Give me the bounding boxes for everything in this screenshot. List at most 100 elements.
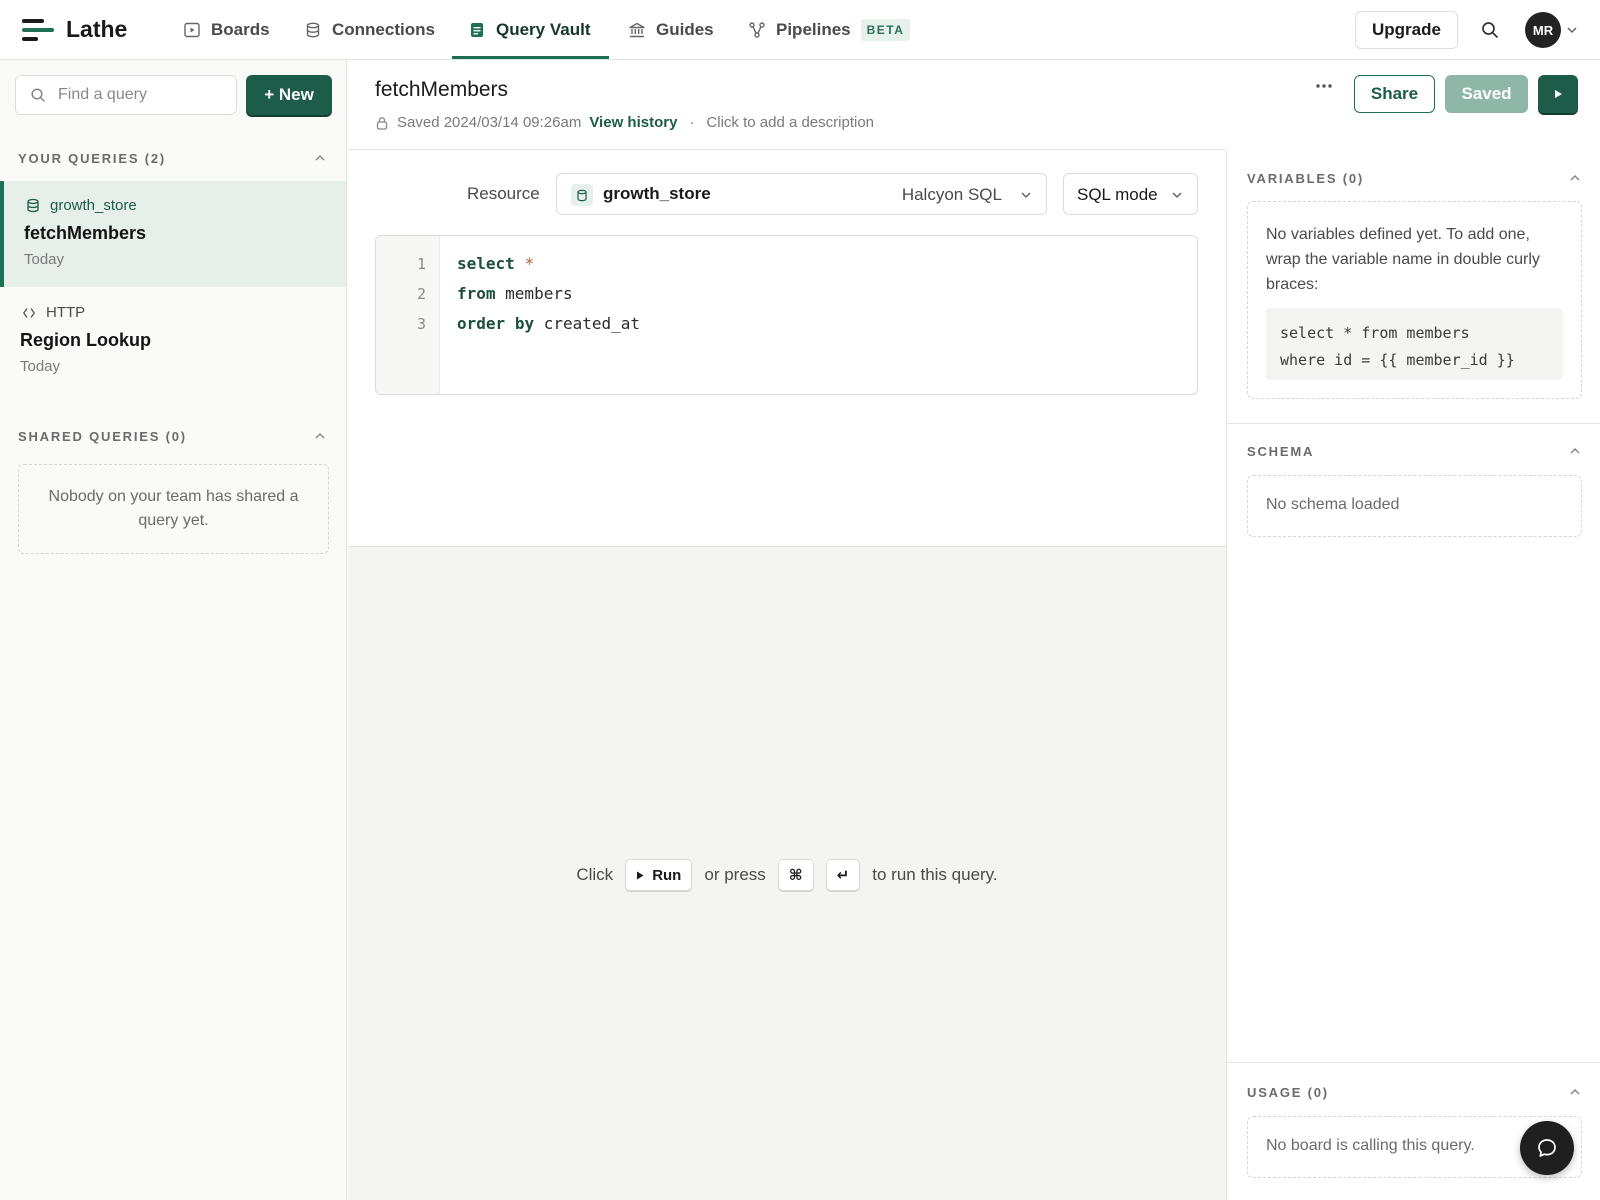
lock-icon: [376, 116, 388, 130]
logo-icon: [22, 17, 54, 43]
nav-tab-connections[interactable]: Connections: [304, 0, 435, 60]
database-icon: [306, 22, 320, 38]
nav-tab-query-vault[interactable]: Query Vault: [468, 0, 590, 60]
share-button[interactable]: Share: [1354, 75, 1435, 113]
query-search-input[interactable]: [58, 86, 218, 104]
query-date: Today: [24, 251, 65, 268]
code-line: from members: [457, 284, 573, 303]
run-button[interactable]: [1538, 75, 1578, 113]
schema-heading: SCHEMA: [1247, 444, 1315, 459]
chevron-up-icon[interactable]: [1569, 1087, 1581, 1097]
code-line: select *: [457, 254, 534, 273]
run-key-button[interactable]: Run: [625, 859, 693, 891]
saved-timestamp: Saved 2024/03/14 09:26am: [397, 114, 582, 131]
query-search-box[interactable]: [15, 75, 237, 115]
database-icon: [571, 184, 593, 206]
inspector-panel: VARIABLES (0) No variables defined yet. …: [1226, 150, 1600, 1200]
schema-box: No schema loaded: [1247, 475, 1582, 537]
nav-tab-label: Connections: [332, 20, 435, 39]
variables-heading: VARIABLES (0): [1247, 171, 1365, 186]
query-date: Today: [20, 358, 61, 375]
sql-editor[interactable]: 1 2 3 select * from members order by creat…: [375, 235, 1198, 395]
sql-text: members: [495, 284, 573, 303]
hint-press-text: or press: [704, 865, 766, 884]
saved-button[interactable]: Saved: [1445, 75, 1528, 113]
resource-name: growth_store: [603, 184, 711, 203]
code-brackets-icon: [23, 307, 35, 318]
chevron-down-icon[interactable]: [1566, 25, 1578, 35]
more-options-icon[interactable]: [1315, 83, 1333, 89]
sql-keyword: order: [457, 314, 506, 333]
variables-box: No variables defined yet. To add one, wr…: [1247, 201, 1582, 399]
resource-select[interactable]: growth_store Halcyon SQL: [556, 173, 1047, 215]
play-square-icon: [184, 22, 200, 38]
chevron-down-icon: [1172, 192, 1182, 199]
chevron-up-icon[interactable]: [314, 153, 326, 163]
query-name: Region Lookup: [20, 330, 151, 350]
nav-tab-pipelines[interactable]: Pipelines BETA: [748, 0, 911, 60]
avatar[interactable]: MR: [1525, 12, 1561, 48]
description-placeholder[interactable]: Click to add a description: [706, 114, 874, 131]
query-source-label: HTTP: [46, 304, 86, 321]
query-source-label: growth_store: [50, 197, 137, 214]
shared-queries-heading: SHARED QUERIES (0): [18, 429, 187, 444]
sql-mode-label: SQL mode: [1077, 185, 1158, 204]
query-meta: Saved 2024/03/14 09:26am View history · …: [375, 114, 874, 131]
enter-key: ↵: [825, 859, 861, 891]
usage-empty-text: No board is calling this query.: [1266, 1137, 1475, 1154]
usage-heading: USAGE (0): [1247, 1085, 1329, 1100]
nav-tab-label: Boards: [211, 20, 270, 39]
chevron-up-icon[interactable]: [1569, 173, 1581, 183]
sql-keyword: by: [514, 314, 535, 333]
chat-bubble-icon: [1538, 1139, 1556, 1157]
resource-engine: Halcyon SQL: [901, 185, 1002, 204]
line-number: 3: [416, 315, 426, 333]
line-number: 1: [416, 255, 426, 273]
query-item-region-lookup[interactable]: HTTP Region Lookup Today: [0, 288, 346, 394]
nav-tab-boards[interactable]: Boards: [183, 0, 270, 60]
code-line: order by created_at: [457, 314, 640, 333]
your-queries-heading: YOUR QUERIES (2): [18, 151, 166, 166]
shared-queries-empty: Nobody on your team has shared a query y…: [18, 464, 329, 554]
divider: [1227, 1062, 1600, 1063]
query-item-fetch-members[interactable]: growth_store fetchMembers Today: [0, 181, 346, 287]
nav-tab-label: Pipelines: [776, 20, 851, 39]
cmd-key: ⌘: [777, 859, 814, 891]
chevron-up-icon[interactable]: [314, 431, 326, 441]
app-name: Lathe: [66, 16, 128, 42]
beta-badge: BETA: [860, 19, 911, 41]
top-nav: Lathe Boards Connections Query Vault Gui…: [0, 0, 1600, 60]
meta-separator: ·: [689, 114, 695, 131]
sql-keyword: select: [457, 254, 515, 273]
upgrade-button[interactable]: Upgrade: [1355, 11, 1458, 49]
search-icon[interactable]: [1480, 20, 1500, 40]
chevron-up-icon[interactable]: [1569, 446, 1581, 456]
sql-keyword: from: [457, 284, 496, 303]
chevron-down-icon: [1021, 192, 1031, 199]
library-icon: [629, 22, 645, 38]
view-history-link[interactable]: View history: [589, 114, 677, 131]
results-panel: Click Run or press ⌘ ↵ to run this query…: [348, 546, 1226, 1200]
shared-empty-text: Nobody on your team has shared a query y…: [48, 488, 299, 529]
play-icon: [637, 871, 644, 879]
new-query-button[interactable]: + New: [246, 75, 332, 115]
document-icon: [471, 23, 483, 37]
query-name: fetchMembers: [24, 223, 147, 243]
divider: [1227, 423, 1600, 424]
active-tab-indicator: [452, 56, 609, 59]
query-title[interactable]: fetchMembers: [375, 78, 508, 102]
query-header: fetchMembers Saved 2024/03/14 09:26am Vi…: [348, 60, 1226, 150]
sql-mode-select[interactable]: SQL mode: [1063, 173, 1198, 215]
schema-empty-text: No schema loaded: [1266, 496, 1400, 513]
database-icon: [27, 198, 39, 213]
chat-button[interactable]: [1520, 1121, 1574, 1175]
play-icon: [1555, 90, 1562, 98]
search-icon: [31, 88, 45, 102]
query-source: HTTP: [22, 304, 85, 321]
sql-operator: *: [524, 254, 535, 273]
nav-tab-label: Query Vault: [496, 20, 591, 39]
logo[interactable]: Lathe: [22, 16, 127, 43]
run-hint: Click Run or press ⌘ ↵ to run this query…: [348, 859, 1226, 891]
nav-tab-guides[interactable]: Guides: [628, 0, 714, 60]
